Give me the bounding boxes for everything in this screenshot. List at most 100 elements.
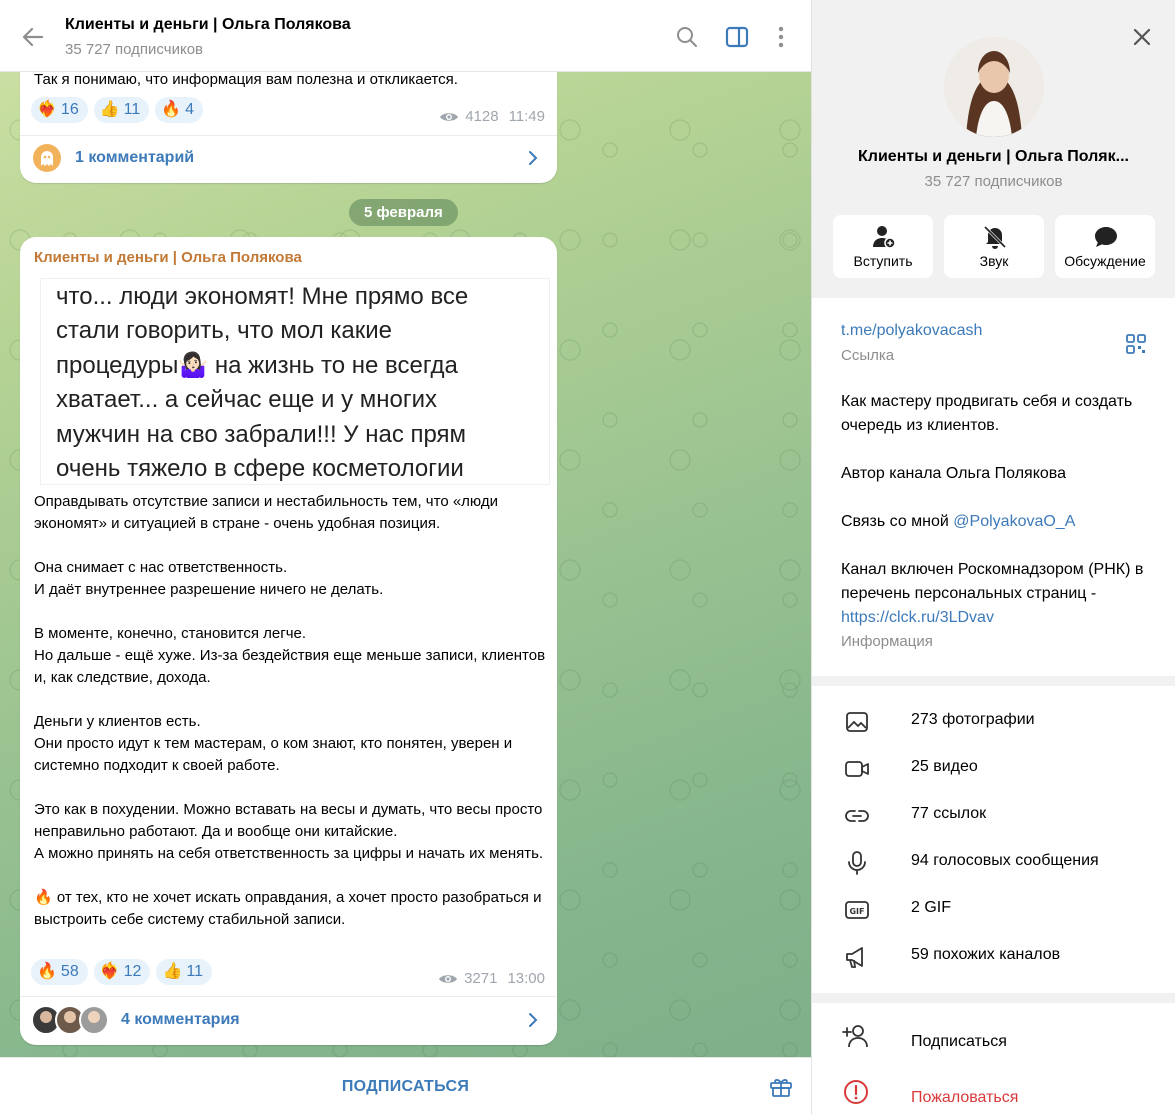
- link-caption: Ссылка: [841, 347, 895, 364]
- message-time: 13:00: [507, 970, 545, 987]
- qr-code-icon[interactable]: [1125, 333, 1147, 355]
- report-action[interactable]: Пожаловаться: [812, 1065, 1175, 1114]
- reaction-emoji: ❤️‍🔥: [37, 101, 57, 118]
- video-icon: [845, 761, 869, 777]
- view-count: 4128: [465, 108, 499, 125]
- add-user-icon: [842, 1025, 868, 1048]
- reaction-count: 11: [123, 101, 141, 118]
- reaction-fire[interactable]: 🔥 58: [31, 959, 88, 985]
- join-button[interactable]: Вступить: [833, 215, 933, 278]
- add-user-icon: [873, 226, 896, 249]
- link-icon: [845, 810, 869, 822]
- shared-media-list: 273 фотографии 25 видео 77 ссылок 94 гол…: [812, 686, 1175, 993]
- about-author: Автор канала Ольга Полякова: [841, 465, 1066, 482]
- media-row-label: 2 GIF: [911, 899, 952, 916]
- channel-info-panel: Клиенты и деньги | Ольга Поляк... 35 727…: [811, 0, 1175, 1114]
- comments-count: 1 комментарий: [75, 149, 195, 166]
- panel-subscriber-count: 35 727 подписчиков: [924, 173, 1063, 190]
- about-rkn: Канал включен Роскомнадзором (РНК) в пер…: [841, 558, 1161, 630]
- media-row-videos[interactable]: 25 видео: [812, 745, 1175, 792]
- svg-text:GIF: GIF: [849, 907, 864, 916]
- comments-count: 4 комментария: [121, 1011, 240, 1028]
- info-caption: Информация: [841, 633, 933, 650]
- reaction-emoji: 🔥: [161, 101, 182, 118]
- panel-header: Клиенты и деньги | Ольга Поляк... 35 727…: [812, 0, 1175, 297]
- reaction-count: 11: [186, 963, 203, 980]
- date-separator: 5 февраля: [349, 199, 458, 226]
- reaction-fire[interactable]: 🔥 4: [155, 97, 204, 123]
- channel-avatar[interactable]: [944, 37, 1044, 137]
- join-label: Вступить: [853, 253, 913, 269]
- discussion-button[interactable]: Обсуждение: [1055, 215, 1155, 278]
- discussion-label: Обсуждение: [1064, 253, 1146, 269]
- search-icon[interactable]: [674, 24, 700, 50]
- channel-actions: Подписаться Пожаловаться: [812, 1003, 1175, 1114]
- reaction-count: 12: [123, 963, 142, 980]
- media-row-links[interactable]: 77 ссылок: [812, 792, 1175, 839]
- sidebar-toggle-icon[interactable]: [724, 24, 750, 50]
- media-row-label: 94 голосовых сообщения: [911, 852, 1099, 869]
- media-row-label: 77 ссылок: [911, 805, 987, 822]
- chevron-right-icon: [529, 1013, 538, 1027]
- channel-title[interactable]: Клиенты и деньги | Ольга Полякова: [65, 16, 351, 34]
- comments-button[interactable]: 1 комментарий: [20, 136, 557, 180]
- commenter-avatars: [31, 1005, 109, 1035]
- bell-off-icon: [983, 225, 1007, 249]
- close-icon[interactable]: [1130, 25, 1154, 49]
- warning-icon: [844, 1080, 868, 1104]
- rkn-text: Канал включен Роскомнадзором (РНК) в пер…: [841, 561, 1144, 602]
- chevron-right-icon: [529, 151, 538, 165]
- reaction-emoji: 👍: [162, 963, 183, 980]
- rkn-link[interactable]: https://clck.ru/3LDvav: [841, 609, 994, 626]
- reaction-emoji: ❤️‍🔥: [99, 963, 120, 980]
- reactions: ❤️‍🔥 16 👍 11 🔥 4: [31, 97, 204, 123]
- reaction-emoji: 🔥: [37, 963, 57, 980]
- message-meta: 4128 11:49: [439, 108, 545, 125]
- comments-button[interactable]: 4 комментария: [20, 998, 557, 1042]
- subscribe-action[interactable]: Подписаться: [812, 1009, 1175, 1064]
- back-arrow-icon[interactable]: [20, 24, 46, 50]
- channel-info: t.me/polyakovacash Ссылка Как мастеру пр…: [812, 298, 1175, 676]
- contact-handle-link[interactable]: @PolyakovaO_A: [953, 513, 1075, 530]
- chat-area: Клиенты и деньги | Ольга Полякова 35 727…: [0, 0, 811, 1114]
- eye-icon: [440, 112, 459, 121]
- chat-header: Клиенты и деньги | Ольга Полякова 35 727…: [0, 0, 811, 72]
- reaction-count: 16: [60, 101, 79, 118]
- subscribe-button[interactable]: ПОДПИСАТЬСЯ: [0, 1058, 811, 1114]
- reaction-thumbs-up[interactable]: 👍 11: [156, 959, 212, 985]
- subscribe-action-label: Подписаться: [911, 1033, 1007, 1050]
- megaphone-icon: [846, 947, 863, 968]
- photo-icon: [846, 712, 868, 732]
- reaction-heart-fire[interactable]: ❤️‍🔥 12: [93, 959, 151, 985]
- divider: [20, 996, 557, 997]
- media-row-similar-channels[interactable]: 59 похожих каналов: [812, 933, 1175, 980]
- message-image[interactable]: что... люди экономят! Мне прямо все стал…: [40, 278, 550, 485]
- reaction-thumbs-up[interactable]: 👍 11: [93, 97, 150, 123]
- report-action-label: Пожаловаться: [911, 1089, 1019, 1106]
- subscribe-bar: ПОДПИСАТЬСЯ: [0, 1057, 811, 1114]
- microphone-icon: [848, 851, 866, 875]
- reactions: 🔥 58 ❤️‍🔥 12 👍 11: [31, 959, 212, 985]
- media-row-gif[interactable]: GIF 2 GIF: [812, 886, 1175, 933]
- media-row-photos[interactable]: 273 фотографии: [812, 698, 1175, 745]
- gift-icon[interactable]: [768, 1073, 794, 1099]
- message-text: Так я понимаю, что информация вам полезн…: [34, 71, 458, 88]
- chat-bubble-icon: [1095, 227, 1117, 247]
- media-row-label: 59 похожих каналов: [911, 946, 1061, 963]
- message-text: Оправдывать отсутствие записи и нестабил…: [34, 493, 546, 928]
- channel-link[interactable]: t.me/polyakovacash: [841, 319, 982, 343]
- sound-button[interactable]: Звук: [944, 215, 1044, 278]
- subscriber-count: 35 727 подписчиков: [65, 41, 204, 58]
- message-meta: 3271 13:00: [438, 970, 545, 987]
- media-row-label: 273 фотографии: [911, 711, 1035, 728]
- media-row-label: 25 видео: [911, 758, 978, 775]
- media-row-voice[interactable]: 94 голосовых сообщения: [812, 839, 1175, 886]
- reaction-heart-fire[interactable]: ❤️‍🔥 16: [31, 97, 88, 123]
- sender-name[interactable]: Клиенты и деньги | Ольга Полякова: [34, 249, 302, 266]
- image-quote-text: что... люди экономят! Мне прямо все стал…: [56, 283, 469, 483]
- about-description: Как мастеру продвигать себя и создать оч…: [841, 393, 1133, 434]
- reaction-count: 58: [60, 963, 79, 980]
- more-vertical-icon[interactable]: [768, 24, 794, 50]
- gif-icon: GIF: [845, 901, 869, 919]
- about-contact: Связь со мной @PolyakovaO_A: [841, 510, 1161, 534]
